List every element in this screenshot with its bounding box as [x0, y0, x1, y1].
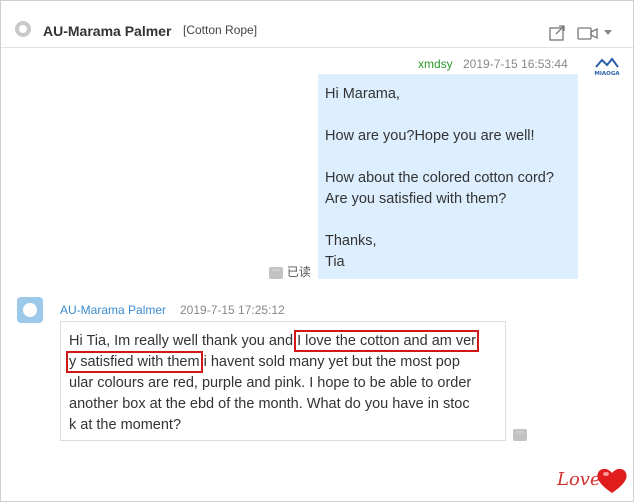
- message-line: Tia: [325, 254, 345, 270]
- message-time: 2019-7-15 17:25:12: [180, 303, 285, 317]
- read-status: ··· 已读: [269, 263, 311, 280]
- more-icon[interactable]: ···: [513, 429, 527, 441]
- message-text: k at the moment?: [69, 417, 182, 433]
- sender-avatar: [17, 297, 43, 323]
- heart-icon: [597, 468, 627, 493]
- message-bubble-received: Hi Tia, Im really well thank you and I l…: [60, 321, 506, 441]
- chat-window: AU-Marama Palmer [Cotton Rope] xmdsy 201…: [0, 0, 634, 502]
- logo-text: MIAOGA: [594, 71, 620, 77]
- company-logo-icon: MIAOGA: [594, 57, 620, 77]
- chevron-down-icon[interactable]: [603, 29, 613, 37]
- message-text: ular colours are red, purple and pink. I…: [69, 375, 472, 391]
- chat-header: AU-Marama Palmer [Cotton Rope]: [1, 1, 633, 48]
- message-text: another box at the ebd of the month. Wha…: [69, 396, 470, 412]
- message-sender[interactable]: AU-Marama Palmer: [60, 303, 166, 317]
- more-icon[interactable]: ···: [269, 266, 283, 279]
- highlighted-text: y satisfied with them: [66, 351, 203, 373]
- contact-name: AU-Marama Palmer: [43, 23, 172, 39]
- message-line: How are you?Hope you are well!: [325, 128, 535, 144]
- message-bubble-sent: Hi Marama, How are you?Hope you are well…: [318, 74, 578, 279]
- contact-avatar-icon: [15, 21, 31, 37]
- message-line: Are you satisfied with them?: [325, 191, 507, 207]
- read-label: 已读: [286, 265, 311, 279]
- contact-tag: [Cotton Rope]: [183, 23, 258, 37]
- share-icon[interactable]: [549, 25, 567, 41]
- message-sender: xmdsy: [418, 57, 453, 71]
- highlighted-text: I love the cotton and am ver: [294, 330, 480, 352]
- message-line: Hi Marama,: [325, 86, 400, 102]
- message-text: Hi Tia, Im really well thank you and: [69, 333, 298, 349]
- message-text: i havent sold many yet but the most pop: [199, 354, 460, 370]
- message-line: How about the colored cotton cord?: [325, 170, 554, 186]
- video-icon[interactable]: [577, 25, 599, 41]
- message-line: Thanks,: [325, 233, 377, 249]
- message-time: 2019-7-15 16:53:44: [463, 57, 568, 71]
